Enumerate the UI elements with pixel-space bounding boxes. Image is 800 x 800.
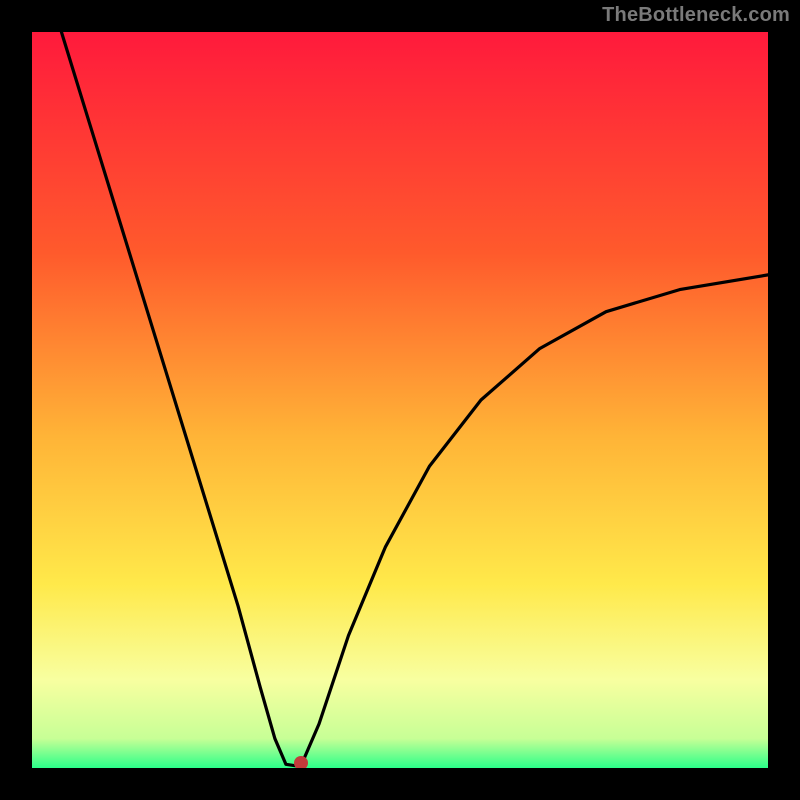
watermark-text: TheBottleneck.com <box>602 4 790 27</box>
chart-frame: TheBottleneck.com <box>0 0 800 800</box>
plot-area <box>32 32 768 768</box>
bottleneck-curve <box>32 32 768 768</box>
optimum-marker <box>294 756 308 768</box>
